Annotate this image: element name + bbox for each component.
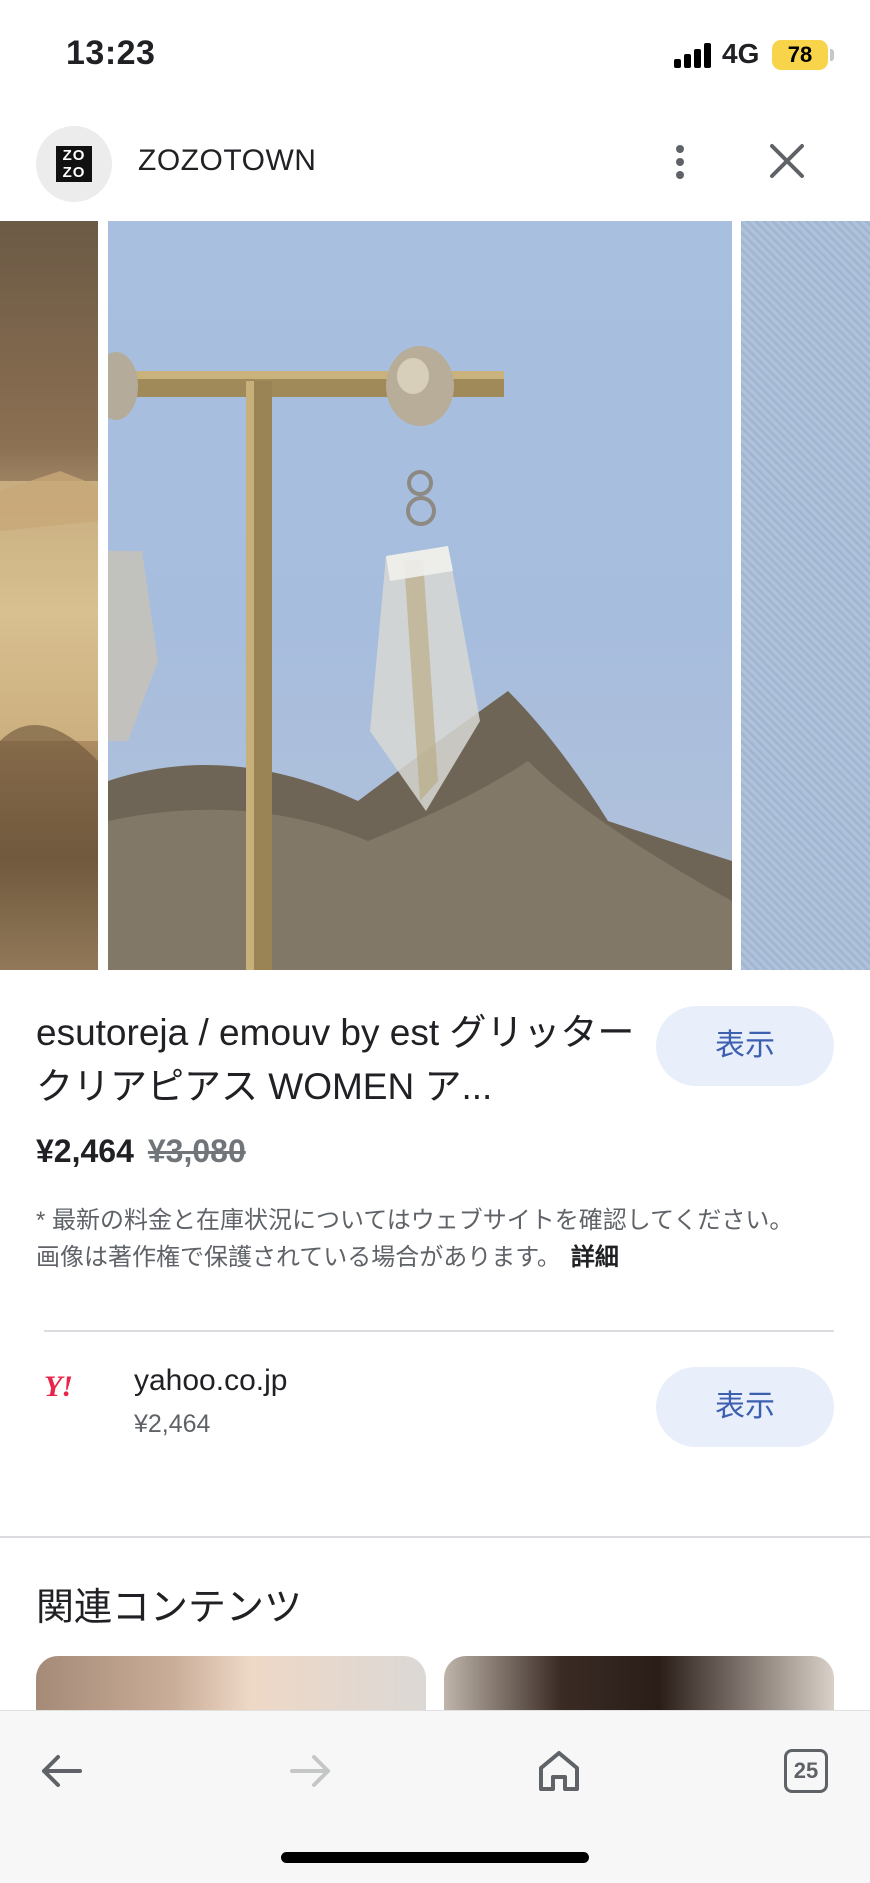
status-time: 13:23 (66, 34, 156, 72)
next-image[interactable] (741, 221, 870, 970)
forward-arrow-icon[interactable] (280, 1741, 340, 1801)
image-carousel[interactable] (0, 221, 870, 970)
back-arrow-icon[interactable] (32, 1741, 92, 1801)
seller-name[interactable]: yahoo.co.jp (134, 1364, 287, 1398)
disclaimer-text: * 最新の料金と在庫状況についてはウェブサイトを確認してください。 画像は著作権… (36, 1207, 794, 1271)
original-price: ¥3,080 (147, 1133, 246, 1169)
previous-image[interactable] (0, 221, 98, 970)
battery-icon: 78 (772, 40, 828, 70)
battery-cap (830, 49, 834, 61)
price-row: ¥2,464 ¥3,080 (36, 1133, 246, 1170)
yahoo-logo: Y! (44, 1370, 73, 1403)
related-content-title: 関連コンテンツ (36, 1587, 303, 1629)
site-name[interactable]: ZOZOTOWN (138, 144, 316, 178)
home-icon[interactable] (529, 1741, 589, 1801)
disclaimer: * 最新の料金と在庫状況についてはウェブサイトを確認してください。 画像は著作権… (36, 1202, 796, 1276)
earring-photo[interactable] (108, 221, 732, 970)
site-logo[interactable]: ZO ZO (36, 126, 112, 202)
product-title[interactable]: esutoreja / emouv by est グリッタークリアピアス WOM… (36, 1006, 636, 1114)
close-icon[interactable] (764, 138, 810, 184)
network-type: 4G (722, 38, 760, 69)
view-product-button[interactable]: 表示 (656, 1006, 834, 1086)
divider (44, 1330, 834, 1332)
seller-price: ¥2,464 (134, 1410, 211, 1438)
current-price: ¥2,464 (36, 1133, 134, 1169)
view-seller-button[interactable]: 表示 (656, 1367, 834, 1447)
more-vert-icon[interactable] (660, 132, 700, 192)
related-card[interactable] (444, 1656, 834, 1716)
details-link[interactable]: 詳細 (571, 1244, 619, 1271)
section-divider (0, 1536, 870, 1538)
home-indicator (281, 1852, 589, 1863)
header: ZO ZO ZOZOTOWN (0, 122, 870, 222)
tab-count: 25 (784, 1749, 828, 1793)
status-bar: 13:23 4G 78 (0, 0, 870, 110)
signal-icon (674, 42, 714, 68)
related-card[interactable] (36, 1656, 426, 1716)
zozo-logo: ZO ZO (56, 146, 92, 182)
tab-switcher-button[interactable]: 25 (776, 1741, 836, 1801)
